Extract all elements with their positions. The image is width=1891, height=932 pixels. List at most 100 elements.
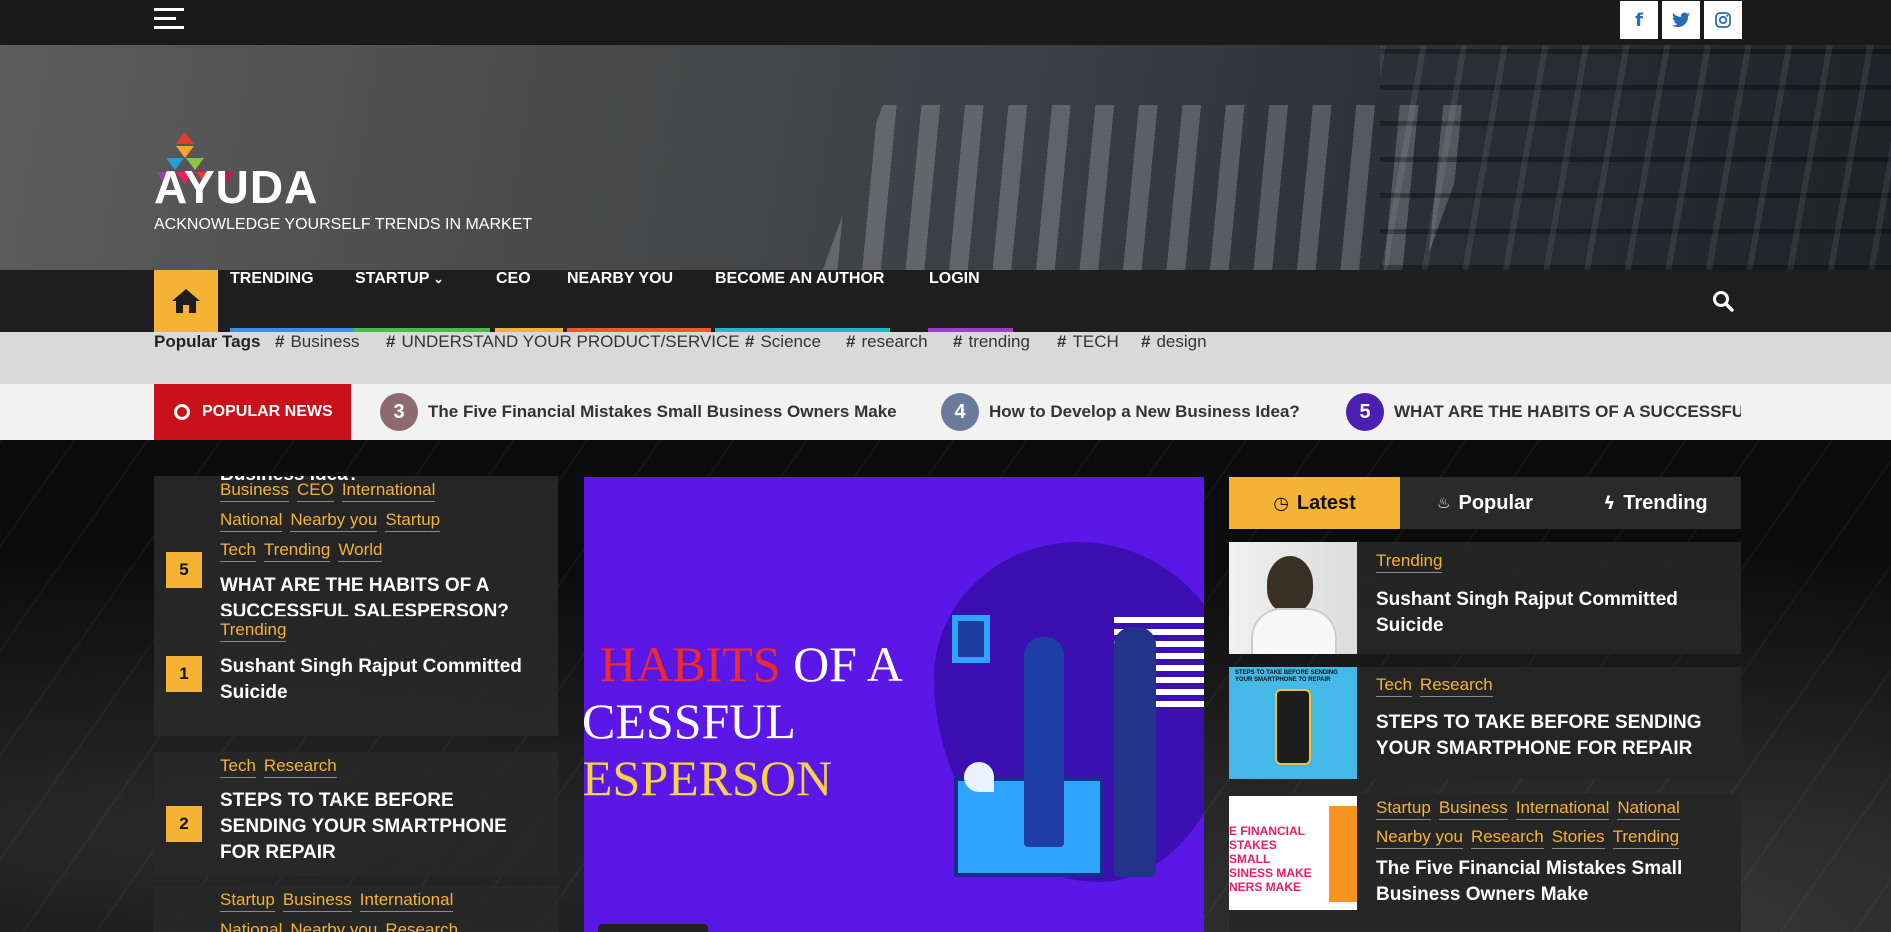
list-item[interactable]: STEPS TO TAKE BEFORE SENDING YOUR SMARTP… [1229, 667, 1741, 779]
feature-person [1114, 627, 1156, 877]
main-navigation: TRENDING STARTUP ⌄ CEO NEARBY YOU BECOME… [0, 270, 1891, 332]
category-link[interactable]: International [1515, 797, 1610, 820]
tag-link[interactable]: # Science [745, 332, 821, 352]
category-link[interactable]: Trending [1612, 826, 1680, 849]
thumbnail-accent [1329, 806, 1357, 902]
list-item-title[interactable]: STEPS TO TAKE BEFORE SENDING YOUR SMARTP… [1376, 710, 1726, 762]
category-link[interactable]: Startup [220, 889, 275, 912]
category-link[interactable]: National [220, 509, 283, 532]
rank-badge: 1 [166, 656, 202, 692]
header-background-building [1380, 45, 1891, 270]
clock-icon: ◷ [1273, 492, 1289, 514]
ticker-item[interactable]: 5WHAT ARE THE HABITS OF A SUCCESSFUL SAL… [1346, 384, 1741, 440]
category-list: Trending [220, 616, 550, 646]
category-link[interactable]: Research [263, 755, 337, 778]
category-link[interactable]: Trending [263, 539, 331, 562]
category-link[interactable]: Tech [220, 539, 256, 562]
category-link[interactable]: Tech [220, 755, 256, 778]
category-list: Business CEO International National Nearby … [220, 476, 550, 566]
ticker-thumb: 3 [380, 393, 418, 431]
post-thumbnail[interactable] [1229, 542, 1357, 654]
popular-tags-bar: Popular Tags # Business # UNDERSTAND YOUR … [0, 332, 1891, 384]
category-link[interactable]: National [220, 919, 282, 932]
category-link[interactable]: Stories [1551, 826, 1605, 849]
list-item[interactable]: E FINANCIAL STAKES SMALL SINESS MAKE NER… [1229, 794, 1741, 932]
category-link[interactable]: Nearby you [290, 919, 377, 932]
tag-link[interactable]: # Business [275, 332, 359, 352]
site-tagline: ACKNOWLEDGE YOURSELF TRENDS IN MARKET [154, 216, 533, 233]
category-link[interactable]: Business [1438, 797, 1508, 820]
feature-person [1024, 637, 1064, 847]
thumbnail-text: E FINANCIAL STAKES SMALL SINESS MAKE NER… [1229, 824, 1312, 894]
category-link[interactable]: Nearby you [1376, 826, 1463, 849]
feature-plant [964, 762, 994, 792]
hash-icon: # [953, 332, 963, 351]
hash-icon: # [1141, 332, 1151, 351]
ticker-thumb: 4 [941, 393, 979, 431]
nav-item-trending[interactable]: TRENDING [230, 270, 354, 332]
facebook-icon[interactable]: f [1620, 1, 1658, 39]
category-link[interactable]: Trending [1376, 550, 1443, 573]
list-item[interactable]: Startup Business International National Nea… [154, 886, 558, 932]
site-title[interactable]: AYUDA [154, 160, 318, 214]
circle-icon [174, 404, 190, 420]
tag-link[interactable]: # design [1141, 332, 1207, 352]
tag-link[interactable]: # UNDERSTAND YOUR PRODUCT/SERVICE [386, 332, 740, 352]
list-item[interactable]: Tech Research 2 STEPS TO TAKE BEFORE SEND… [154, 752, 558, 876]
tag-link[interactable]: # trending [953, 332, 1030, 352]
hash-icon: # [745, 332, 755, 351]
instagram-icon[interactable] [1704, 1, 1742, 39]
nav-item-ceo[interactable]: CEO [495, 270, 563, 332]
list-item[interactable]: Trending 1 Sushant Singh Rajput Committe… [154, 616, 558, 736]
post-thumbnail[interactable]: STEPS TO TAKE BEFORE SENDING YOUR SMARTP… [1229, 667, 1357, 779]
category-link[interactable]: Research [1419, 674, 1493, 697]
category-link[interactable]: Research [1470, 826, 1544, 849]
hash-icon: # [275, 332, 285, 351]
category-link[interactable]: International [359, 889, 454, 912]
ticker-item[interactable]: 4 How to Develop a New Business Idea? [941, 384, 1300, 440]
category-link[interactable]: Tech [1376, 674, 1412, 697]
category-link[interactable]: World [338, 539, 383, 562]
popular-tags-label: Popular Tags [154, 332, 261, 351]
tag-link[interactable]: # research [846, 332, 928, 352]
category-link[interactable]: Nearby you [290, 509, 378, 532]
tab-latest[interactable]: ◷ Latest [1229, 477, 1400, 529]
category-link[interactable]: Trending [220, 619, 287, 642]
category-link[interactable]: National [1617, 797, 1680, 820]
tab-popular[interactable]: ♨ Popular [1400, 477, 1570, 529]
list-item-title[interactable]: The Five Financial Mistakes Small Busine… [1376, 856, 1726, 908]
feature-category-badge [598, 924, 708, 932]
nav-item-nearby-you[interactable]: NEARBY YOU [567, 270, 711, 332]
rank-badge: 5 [166, 552, 202, 588]
category-link[interactable]: Research [385, 919, 458, 932]
category-link[interactable]: Business [282, 889, 352, 912]
nav-item-startup[interactable]: STARTUP ⌄ [354, 270, 490, 332]
category-link[interactable]: International [341, 479, 436, 502]
category-link[interactable]: Startup [1376, 797, 1431, 820]
bolt-icon: ϟ [1603, 492, 1616, 514]
list-item-title[interactable]: STEPS TO TAKE BEFORE SENDING YOUR SMARTP… [220, 788, 540, 866]
site-header: AYUDA ACKNOWLEDGE YOURSELF TRENDS IN MAR… [0, 45, 1891, 270]
ticker-thumb: 5 [1346, 393, 1384, 431]
home-icon [172, 289, 200, 313]
thumbnail-person [1251, 608, 1337, 654]
nav-item-become-an-author[interactable]: BECOME AN AUTHOR [715, 270, 890, 332]
category-link[interactable]: CEO [296, 479, 334, 502]
list-item[interactable]: Trending Sushant Singh Rajput Committed … [1229, 542, 1741, 654]
list-item-title[interactable]: Sushant Singh Rajput Committed Suicide [220, 654, 540, 706]
category-link[interactable]: Business [220, 479, 289, 502]
list-item-title[interactable]: Sushant Singh Rajput Committed Suicide [1376, 587, 1726, 639]
tab-trending[interactable]: ϟ Trending [1570, 477, 1741, 529]
hamburger-icon[interactable] [154, 8, 184, 30]
twitter-icon[interactable] [1662, 1, 1700, 39]
category-link[interactable]: Startup [385, 509, 441, 532]
popular-news-ticker: POPULAR NEWS 3 The Five Financial Mistake… [0, 384, 1891, 440]
search-icon[interactable] [1712, 290, 1734, 312]
ticker-item[interactable]: 3 The Five Financial Mistakes Small Busin… [380, 384, 897, 440]
featured-post-image[interactable]: HABITS OF A CESSFUL ESPERSON [584, 477, 1204, 932]
post-thumbnail[interactable]: E FINANCIAL STAKES SMALL SINESS MAKE NER… [1229, 796, 1357, 910]
tag-link[interactable]: # TECH [1057, 332, 1119, 352]
nav-item-login[interactable]: LOGIN [928, 270, 1013, 332]
home-button[interactable] [154, 270, 218, 332]
category-list: Startup Business International National Nea… [220, 886, 550, 932]
